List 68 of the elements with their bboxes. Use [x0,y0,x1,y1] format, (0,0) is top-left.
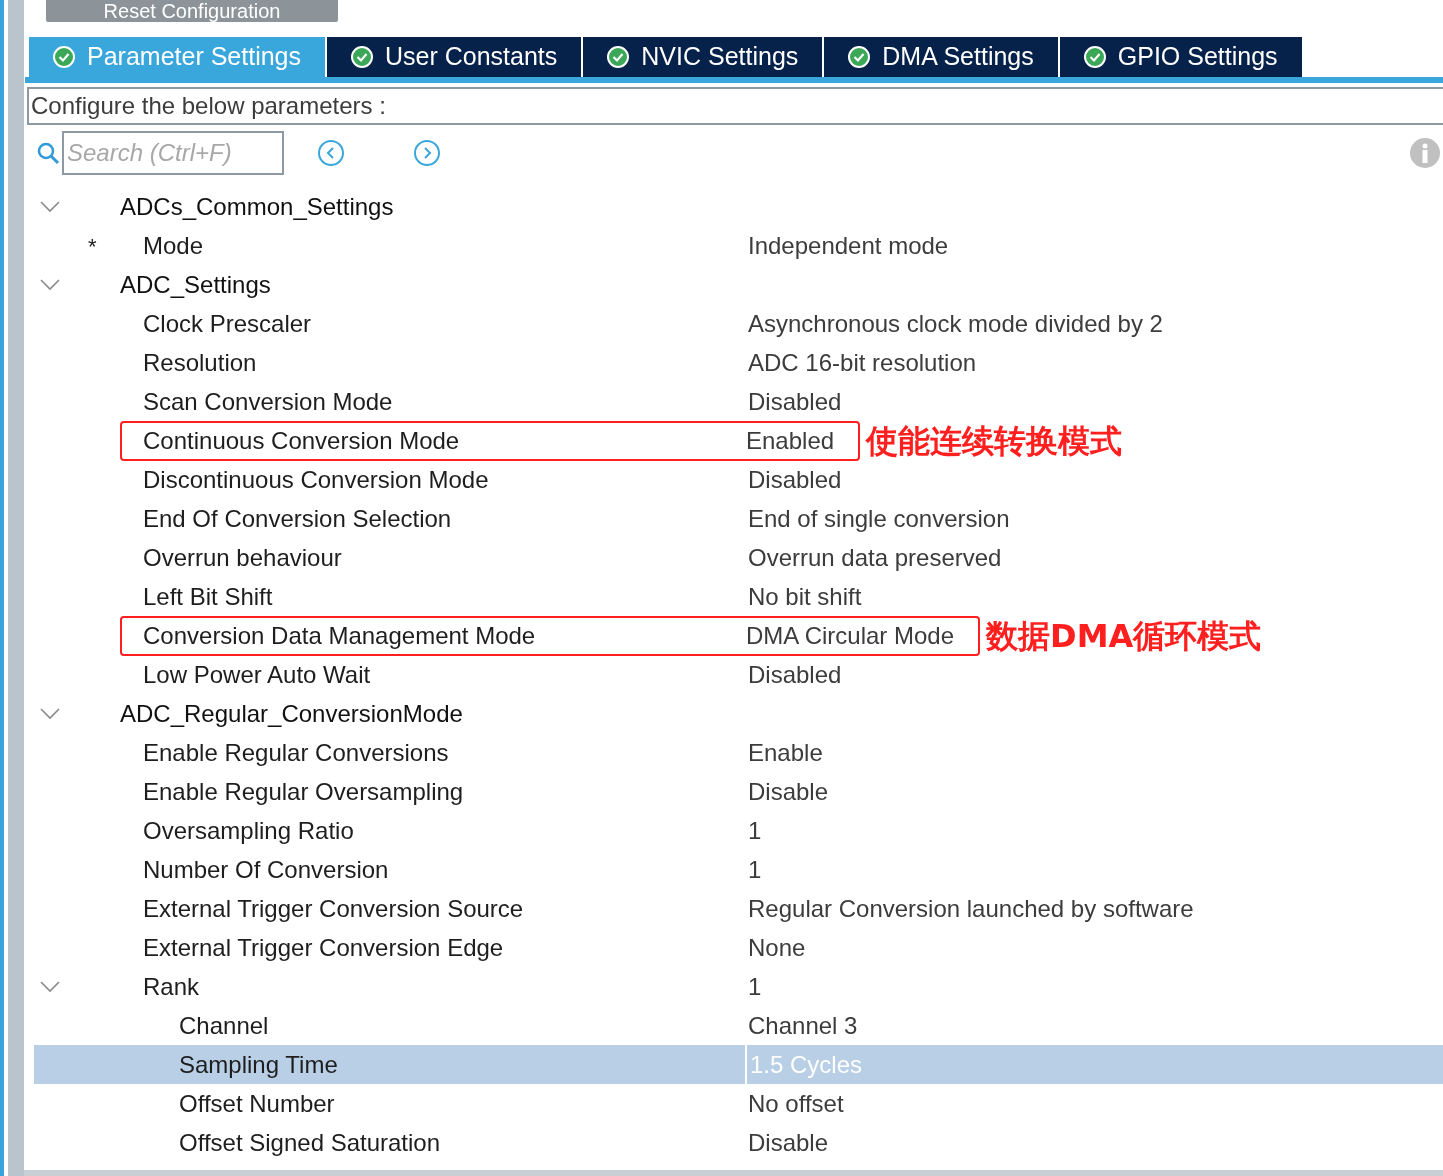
parameter-name: Enable Regular Conversions [143,737,449,768]
parameter-name: Resolution [143,347,257,378]
parameter-name: Offset Number [179,1088,335,1119]
parameter-name: Discontinuous Conversion Mode [143,464,489,495]
description-text: Configure the below parameters : [31,91,386,121]
required-asterisk: * [88,232,97,261]
chevron-down-icon[interactable] [40,707,60,720]
tab[interactable]: GPIO Settings [1059,37,1302,77]
parameter-name: Left Bit Shift [143,581,273,612]
search-icon[interactable] [36,141,60,165]
parameter-name: Sampling Time [179,1049,338,1080]
parameter-name: Mode [143,230,204,261]
tab[interactable]: NVIC Settings [583,37,823,77]
parameter-value: Disabled [748,659,842,690]
parameter-name: External Trigger Conversion Edge [143,932,504,963]
parameter-name: Clock Prescaler [143,308,312,339]
parameter-name: Channel [179,1010,269,1041]
annotation-label: 使能连续转换模式 [866,420,1123,462]
parameter-name: Conversion Data Management Mode [143,621,536,649]
parameter-name: External Trigger Conversion Source [143,893,524,924]
parameter-value: Channel 3 [748,1010,858,1041]
chevron-down-icon[interactable] [40,278,60,291]
parameter-name: Continuous Conversion Mode [143,426,460,454]
parameter-name: Overrun behaviour [143,542,342,573]
parameter-name: ADC_Settings [120,269,271,300]
parameter-name: End Of Conversion Selection [143,503,452,534]
parameter-value: Disabled [748,386,842,417]
parameter-value: 1 [748,854,762,885]
annotation-label: 数据DMA循环模式 [986,615,1262,657]
parameter-value: 1 [748,971,762,1002]
chevron-down-icon[interactable] [40,200,60,213]
parameter-name: Oversampling Ratio [143,815,354,846]
check-circle-icon [351,46,373,68]
check-circle-icon [607,46,630,68]
parameter-name: Enable Regular Oversampling [143,776,464,807]
parameter-value: Enable [748,737,823,768]
parameter-value: No bit shift [748,581,862,612]
check-circle-icon [848,46,871,68]
search-field[interactable]: Search (Ctrl+F) [62,131,284,175]
info-icon[interactable] [1409,137,1441,169]
parameter-value: Disable [748,1127,829,1158]
check-circle-icon [1083,46,1106,68]
parameter-name: Low Power Auto Wait [143,659,371,690]
parameter-name: ADCs_Common_Settings [120,191,394,222]
parameter-value: Disabled [748,464,842,495]
parameter-value: Overrun data preserved [748,542,1002,573]
tab[interactable]: DMA Settings [824,37,1058,77]
parameter-name: Scan Conversion Mode [143,386,393,417]
parameter-value: 1.5 Cycles [750,1049,863,1080]
parameter-value: Independent mode [748,230,949,261]
parameter-name: ADC_Regular_ConversionMode [120,698,463,729]
parameter-value: Disable [748,776,829,807]
parameter-value: 1 [748,815,762,846]
parameter-value: Enabled [746,425,835,456]
check-circle-icon [53,46,75,68]
parameter-value: DMA Circular Mode [746,620,955,651]
tab[interactable]: User Constants [327,37,582,77]
parameter-value: No offset [748,1088,844,1119]
parameter-value: Regular Conversion launched by software [748,893,1194,924]
parameter-value: ADC 16-bit resolution [748,347,977,378]
parameter-value: Asynchronous clock mode divided by 2 [748,308,1163,339]
parameter-name: Number Of Conversion [143,854,389,885]
parameter-value: End of single conversion [748,503,1010,534]
selected-row[interactable]: Sampling Time 1.5 Cycles [34,1045,1443,1084]
parameter-name: Offset Signed Saturation [179,1127,441,1158]
chevron-down-icon[interactable] [40,980,60,993]
parameter-name: Rank [143,971,200,1002]
parameter-value: None [748,932,806,963]
